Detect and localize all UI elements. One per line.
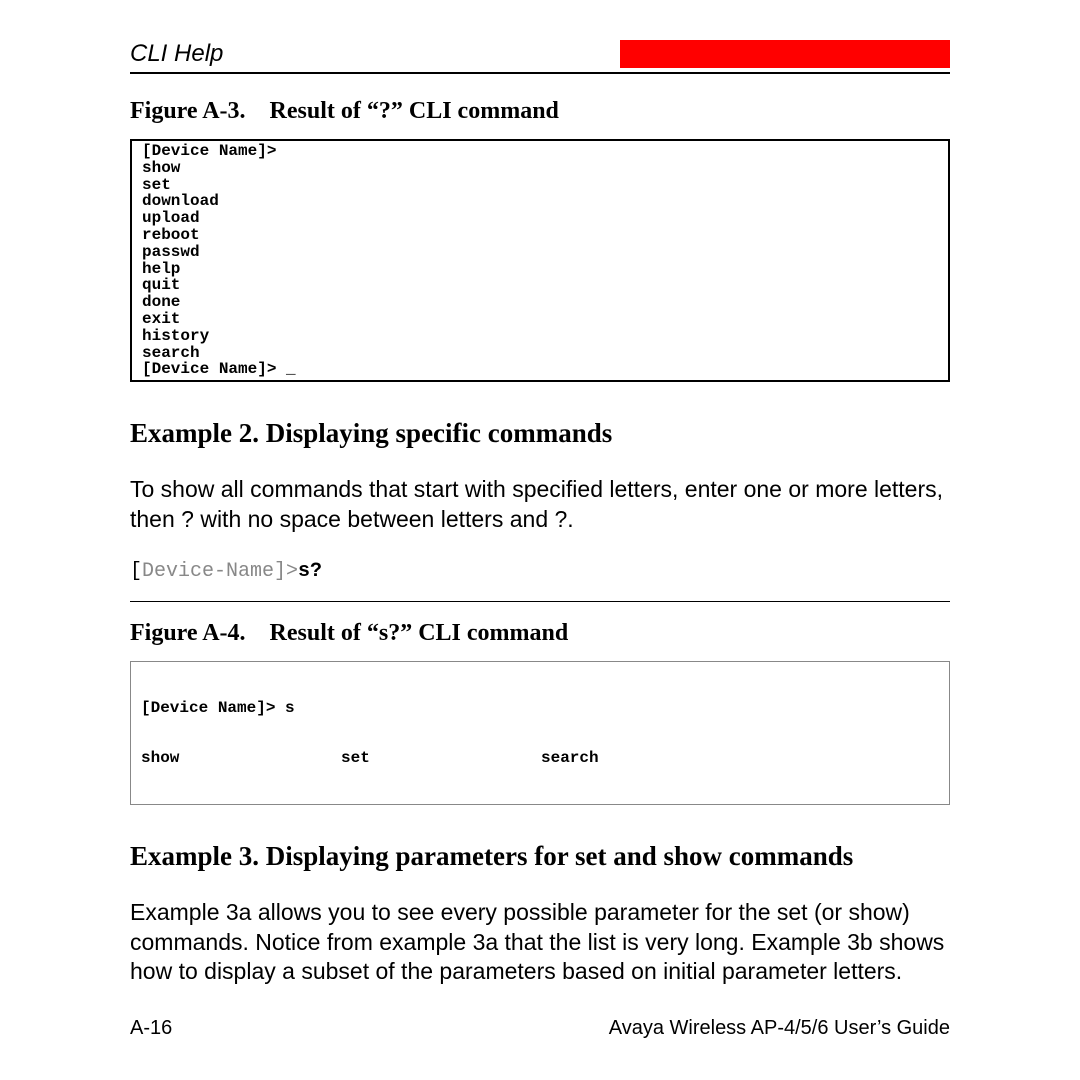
terminal-line-1: [Device Name]> s: [141, 700, 939, 717]
footer-page-number: A-16: [130, 1017, 172, 1040]
terminal-col-show: show: [141, 750, 341, 767]
figure-a3-caption: Figure A-3. Result of “?” CLI command: [130, 98, 950, 125]
code-command: s?: [298, 560, 322, 583]
header-rule: [130, 72, 950, 74]
header-red-block: [620, 40, 950, 68]
code-prompt-text: Device-Name]>: [142, 560, 298, 583]
figure-a3-terminal: [Device Name]> show set download upload …: [130, 139, 950, 382]
page-footer: A-16 Avaya Wireless AP-4/5/6 User’s Guid…: [130, 1017, 950, 1040]
example-3-body: Example 3a allows you to see every possi…: [130, 898, 950, 986]
figure-a4-prefix: Figure A-4.: [130, 620, 246, 646]
page-header: CLI Help: [130, 40, 950, 68]
footer-guide-title: Avaya Wireless AP-4/5/6 User’s Guide: [609, 1017, 950, 1040]
divider-rule-1: [130, 601, 950, 602]
figure-a4-terminal: [Device Name]> s show set search: [130, 661, 950, 805]
header-title: CLI Help: [130, 40, 620, 68]
example-2-code: [Device-Name]>s?: [130, 560, 950, 583]
figure-a3-text: Result of “?” CLI command: [270, 98, 559, 124]
example-2-body: To show all commands that start with spe…: [130, 475, 950, 534]
terminal-col-search: search: [541, 750, 741, 767]
terminal-row-commands: show set search: [141, 750, 939, 767]
example-2-heading: Example 2. Displaying specific commands: [130, 418, 950, 449]
figure-a3-prefix: Figure A-3.: [130, 98, 246, 124]
terminal-col-set: set: [341, 750, 541, 767]
code-bracket: [: [130, 560, 142, 583]
figure-a4-caption: Figure A-4. Result of “s?” CLI command: [130, 620, 950, 647]
example-3-heading: Example 3. Displaying parameters for set…: [130, 841, 950, 872]
figure-a4-text: Result of “s?” CLI command: [270, 620, 569, 646]
